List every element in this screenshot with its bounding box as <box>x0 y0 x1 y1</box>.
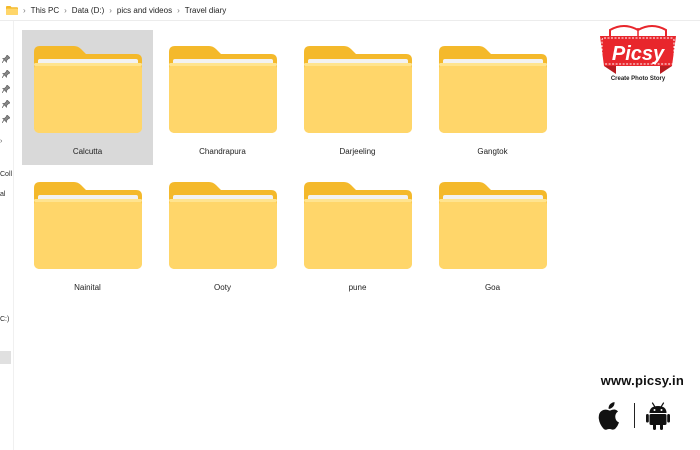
breadcrumb-separator[interactable]: › <box>109 6 112 15</box>
logo-tagline: Create Photo Story <box>610 76 666 82</box>
folder-name: Calcutta <box>72 147 103 156</box>
folder-icon <box>168 182 277 269</box>
website-url: www.picsy.in <box>600 373 684 388</box>
breadcrumb-travel-diary[interactable]: Travel diary <box>185 6 227 15</box>
breadcrumb-data-drive[interactable]: Data (D:) <box>72 6 104 15</box>
folder-tile-pune[interactable]: pune <box>292 166 423 301</box>
logo-text: Picsy <box>612 43 665 65</box>
folder-icon <box>33 182 142 269</box>
nav-item-collections[interactable]: Coll <box>0 171 12 178</box>
pin-icon[interactable] <box>1 50 11 64</box>
folder-tile-calcutta[interactable]: Calcutta <box>22 30 153 165</box>
folder-icon <box>303 46 412 133</box>
navigation-pane: › Coll al C:) <box>0 21 14 450</box>
nav-item-local[interactable]: al <box>0 191 5 198</box>
pin-icon[interactable] <box>1 80 11 94</box>
folder-name: Darjeeling <box>339 147 376 156</box>
pin-icon[interactable] <box>1 65 11 79</box>
folder-name: Gangtok <box>477 147 508 156</box>
breadcrumb-pics-and-videos[interactable]: pics and videos <box>117 6 172 15</box>
folder-tile-goa[interactable]: Goa <box>427 166 558 301</box>
folder-name: Goa <box>484 283 501 292</box>
folder-icon <box>6 5 18 15</box>
folder-tile-nainital[interactable]: Nainital <box>22 166 153 301</box>
folder-name: pune <box>348 283 367 292</box>
folder-tile-gangtok[interactable]: Gangtok <box>427 30 558 165</box>
platform-divider <box>634 403 635 428</box>
breadcrumb-this-pc[interactable]: This PC <box>31 6 59 15</box>
folder-icon <box>303 182 412 269</box>
nav-item-c-drive[interactable]: C:) <box>0 316 9 323</box>
android-icon <box>646 402 670 435</box>
folder-name: Chandrapura <box>199 147 246 156</box>
breadcrumb-separator[interactable]: › <box>64 6 67 15</box>
folder-tile-ooty[interactable]: Ooty <box>157 166 288 301</box>
platform-icons <box>596 400 676 432</box>
breadcrumb-separator[interactable]: › <box>177 6 180 15</box>
folder-icon <box>438 182 547 269</box>
folder-name: Ooty <box>214 283 231 292</box>
pin-icon[interactable] <box>1 110 11 124</box>
apple-icon <box>598 402 622 435</box>
nav-selected-item[interactable] <box>0 351 11 364</box>
folder-icon <box>168 46 277 133</box>
folder-tile-darjeeling[interactable]: Darjeeling <box>292 30 423 165</box>
folder-tile-chandrapura[interactable]: Chandrapura <box>157 30 288 165</box>
pin-icon[interactable] <box>1 95 11 109</box>
address-bar[interactable]: › This PC › Data (D:) › pics and videos … <box>0 0 700 21</box>
folder-icon <box>438 46 547 133</box>
breadcrumb-separator: › <box>23 5 26 15</box>
expand-arrow-icon[interactable]: › <box>0 138 2 145</box>
folder-icon <box>33 46 142 133</box>
folder-name: Nainital <box>74 283 101 292</box>
